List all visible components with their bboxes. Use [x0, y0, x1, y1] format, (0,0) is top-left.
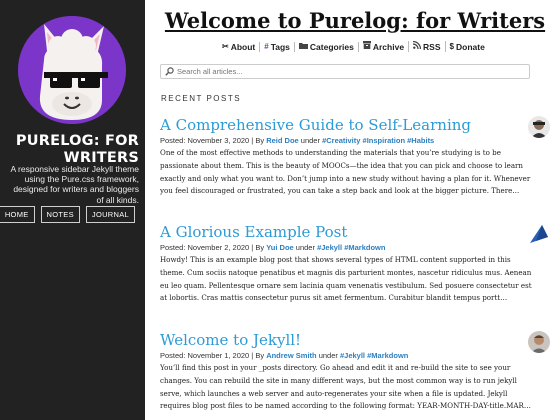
post-tag[interactable]: #Jekyll — [317, 243, 342, 252]
post-title[interactable]: A Comprehensive Guide to Self-Learning — [160, 116, 544, 134]
nav-about[interactable]: ✂ About — [218, 41, 261, 52]
post-under: under — [318, 351, 338, 360]
nav-tags-label: Tags — [270, 41, 290, 52]
search-box[interactable] — [160, 64, 530, 79]
post-meta: Posted: November 3, 2020 | By Reid Doe u… — [160, 136, 544, 145]
post-tag[interactable]: #Markdown — [344, 243, 385, 252]
post-excerpt: Howdy! This is an example blog post that… — [160, 255, 532, 303]
post-excerpt: One of the most effective methods to und… — [160, 148, 531, 196]
post-excerpt: You’ll find this post in your _posts dir… — [160, 363, 531, 411]
post-author[interactable]: Yui Doe — [266, 243, 294, 252]
sidebar-nav-home[interactable]: HOME — [0, 206, 35, 223]
post-item: A Glorious Example Post Posted: November… — [160, 223, 550, 305]
sidebar: PURELOG: FOR WRITERS A responsive sideba… — [0, 0, 145, 420]
main-content: Welcome to Purelog: for Writers ✂ About … — [160, 0, 550, 420]
post-tag[interactable]: #Jekyll — [340, 351, 365, 360]
post-under: under — [295, 243, 315, 252]
post-tag[interactable]: #Inspiration — [363, 136, 406, 145]
sidebar-nav-notes[interactable]: NOTES — [40, 206, 80, 223]
site-title: PURELOG: FOR WRITERS — [15, 133, 139, 166]
author-avatar[interactable] — [528, 116, 550, 138]
nav-rss-label: RSS — [423, 41, 441, 52]
page-title[interactable]: Welcome to Purelog: for Writers — [160, 8, 550, 33]
search-icon — [163, 66, 175, 78]
post-tag[interactable]: #Markdown — [367, 351, 408, 360]
nav-donate[interactable]: $ Donate — [446, 42, 489, 52]
folder-icon — [298, 42, 308, 52]
nav-about-label: About — [230, 41, 256, 52]
dollar-icon: $ — [449, 41, 454, 51]
post-date: Posted: November 1, 2020 | By — [160, 351, 265, 360]
post-item: Welcome to Jekyll! Posted: November 1, 2… — [160, 331, 550, 413]
scissors-icon: ✂ — [222, 41, 229, 51]
post-item: A Comprehensive Guide to Self-Learning P… — [160, 116, 550, 198]
rss-icon — [412, 40, 422, 52]
post-meta: Posted: November 1, 2020 | By Andrew Smi… — [160, 351, 544, 360]
nav-categories[interactable]: Categories — [295, 41, 359, 52]
top-nav: ✂ About # Tags Categories Archive RSS $ — [218, 40, 489, 52]
post-date: Posted: November 2, 2020 | By — [160, 243, 265, 252]
post-meta: Posted: November 2, 2020 | By Yui Doe un… — [160, 243, 544, 252]
post-date: Posted: November 3, 2020 | By — [160, 136, 265, 145]
llama-logo-avatar[interactable] — [18, 16, 126, 124]
post-author[interactable]: Andrew Smith — [266, 351, 316, 360]
nav-tags[interactable]: # Tags — [260, 41, 295, 52]
post-under: under — [300, 136, 320, 145]
site-description: A responsive sidebar Jekyll theme using … — [10, 164, 139, 205]
search-input[interactable] — [175, 67, 509, 76]
recent-posts-heading: RECENT POSTS — [161, 94, 242, 103]
author-avatar[interactable] — [528, 331, 550, 353]
llama-icon — [18, 16, 126, 124]
post-tag[interactable]: #Creativity — [322, 136, 360, 145]
nav-donate-label: Donate — [455, 41, 485, 52]
post-author[interactable]: Reid Doe — [266, 136, 299, 145]
post-tag[interactable]: #Habits — [407, 136, 434, 145]
nav-rss[interactable]: RSS — [409, 40, 446, 52]
author-avatar[interactable] — [528, 223, 550, 245]
nav-categories-label: Categories — [309, 41, 354, 52]
sidebar-nav-journal[interactable]: JOURNAL — [85, 206, 135, 223]
post-title[interactable]: A Glorious Example Post — [160, 223, 544, 241]
hash-icon: # — [264, 41, 269, 51]
archive-icon — [362, 41, 371, 52]
nav-archive[interactable]: Archive — [359, 41, 410, 52]
sidebar-nav: HOME NOTES JOURNAL — [0, 206, 135, 223]
post-title[interactable]: Welcome to Jekyll! — [160, 331, 544, 349]
nav-archive-label: Archive — [372, 41, 405, 52]
